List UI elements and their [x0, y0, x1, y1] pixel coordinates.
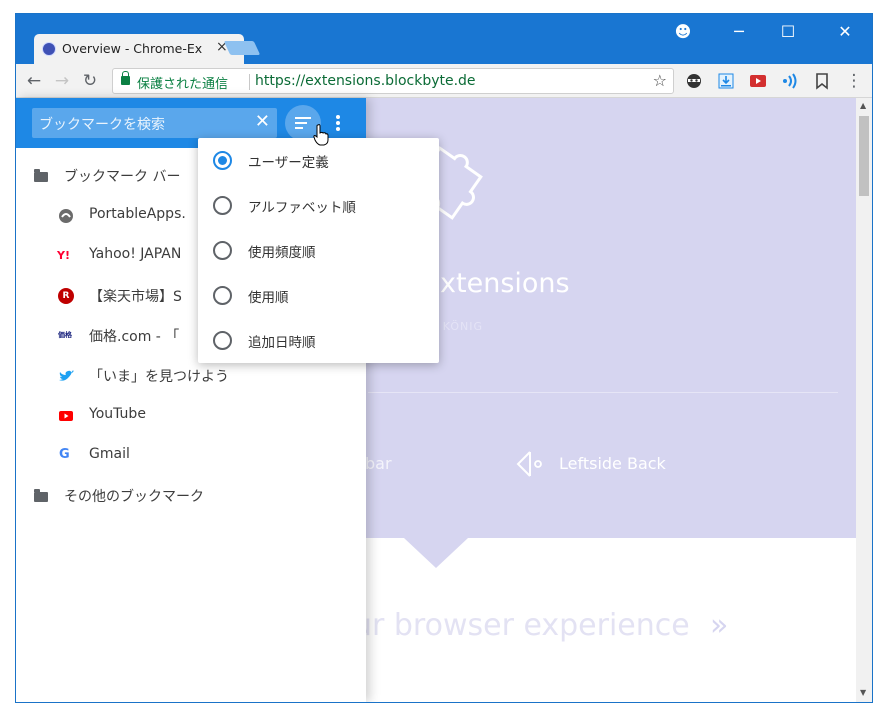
bookmark-label: Yahoo! JAPAN — [89, 246, 182, 262]
browser-window: Overview - Chrome-Ex × ☻ ─ ☐ ✕ ← → ↻ 保護さ… — [15, 13, 873, 703]
browser-tab[interactable]: Overview - Chrome-Ex × — [34, 34, 244, 64]
scroll-thumb[interactable] — [859, 116, 869, 196]
sort-option-label: ユーザー定義 — [248, 155, 329, 171]
bookmark-item[interactable]: YouTube — [16, 396, 366, 436]
portableapps-icon — [59, 209, 73, 223]
hero-pointer — [404, 538, 468, 568]
scroll-up-icon[interactable]: ▲ — [860, 101, 866, 110]
bookmark-label: 「いま」を見つけよう — [89, 369, 229, 385]
bookmark-label: 価格.com - 「 — [89, 329, 180, 345]
reload-button[interactable]: ↻ — [78, 69, 102, 93]
tagline-arrow[interactable]: » — [710, 608, 728, 643]
extension-link-partial[interactable]: bar — [365, 454, 392, 473]
leftside-back-link[interactable]: Leftside Back — [559, 454, 666, 473]
profile-icon[interactable]: ☻ — [664, 20, 702, 44]
radio-icon[interactable] — [213, 241, 232, 260]
leftside-back-icon — [516, 451, 542, 477]
download-icon[interactable] — [717, 72, 735, 90]
omnibox-separator — [249, 74, 250, 90]
bookmark-label: YouTube — [89, 406, 146, 422]
address-bar[interactable]: 保護された通信 https://extensions.blockbyte.de … — [112, 68, 674, 94]
youtube-icon — [59, 411, 73, 421]
radio-selected-icon[interactable] — [213, 151, 232, 170]
bookmark-star-icon[interactable]: ☆ — [653, 71, 667, 90]
kakaku-icon: 価格 — [58, 331, 72, 339]
youtube-ext-icon[interactable] — [749, 72, 767, 90]
incognito-icon[interactable] — [685, 72, 703, 90]
rakuten-icon: R — [58, 288, 74, 304]
bookmark-label: PortableApps. — [89, 206, 186, 222]
scroll-down-icon[interactable]: ▼ — [860, 688, 866, 697]
tab-title: Overview - Chrome-Ex — [62, 41, 203, 56]
radio-icon[interactable] — [213, 286, 232, 305]
minimize-button[interactable]: ─ — [720, 20, 758, 44]
hero-divider — [368, 392, 838, 393]
bookmark-folder-other[interactable]: その他のブックマーク — [16, 476, 366, 516]
sort-option-alphabetical[interactable]: アルファベット順 — [198, 183, 439, 228]
bookmark-label: その他のブックマーク — [64, 489, 204, 505]
hand-cursor-icon — [313, 124, 329, 146]
maximize-button[interactable]: ☐ — [769, 20, 807, 44]
search-placeholder: ブックマークを検索 — [39, 117, 165, 133]
menu-icon[interactable]: ⋮ — [842, 69, 866, 93]
bookmark-item[interactable]: G Gmail — [16, 436, 366, 476]
sort-option-frequency[interactable]: 使用頻度順 — [198, 228, 439, 273]
bookmark-icon[interactable] — [813, 72, 831, 90]
bookmark-label: 【楽天市場】S — [89, 289, 182, 305]
yahoo-icon: Y! — [57, 249, 70, 262]
search-input[interactable]: ブックマークを検索 ✕ — [32, 108, 277, 138]
search-clear-icon[interactable]: ✕ — [255, 111, 270, 132]
twitter-icon — [59, 370, 74, 381]
sort-menu: ユーザー定義 アルファベット順 使用頻度順 使用順 追加日時順 — [198, 138, 439, 363]
new-tab-button[interactable] — [223, 41, 261, 55]
sort-option-label: 使用頻度順 — [248, 245, 316, 261]
sort-option-label: 使用順 — [248, 290, 289, 306]
hero-title: Extensions — [423, 268, 570, 299]
sort-option-date-added[interactable]: 追加日時順 — [198, 318, 439, 363]
bookmark-label: Gmail — [89, 446, 130, 462]
tab-favicon-icon — [42, 42, 56, 56]
google-icon: G — [59, 447, 70, 462]
browser-toolbar: ← → ↻ 保護された通信 https://extensions.blockby… — [16, 64, 872, 98]
tagline-text: ur browser experience — [353, 608, 690, 643]
url-text[interactable]: https://extensions.blockbyte.de — [255, 73, 476, 89]
sort-option-label: 追加日時順 — [248, 335, 316, 351]
wifi-ext-icon[interactable] — [781, 72, 799, 90]
sort-option-recent-use[interactable]: 使用順 — [198, 273, 439, 318]
forward-button[interactable]: → — [50, 69, 74, 93]
folder-icon — [34, 489, 48, 502]
more-options-icon[interactable] — [330, 113, 346, 133]
radio-icon[interactable] — [213, 196, 232, 215]
close-window-button[interactable]: ✕ — [826, 20, 864, 44]
secure-label: 保護された通信 — [137, 77, 229, 92]
sort-option-label: アルファベット順 — [248, 200, 356, 216]
folder-icon — [34, 169, 48, 182]
lock-icon — [121, 71, 130, 85]
page-scrollbar[interactable]: ▲ ▼ — [856, 98, 872, 702]
bookmark-label: ブックマーク バー — [64, 169, 181, 185]
radio-icon[interactable] — [213, 331, 232, 350]
title-bar: Overview - Chrome-Ex × ☻ ─ ☐ ✕ — [16, 14, 872, 64]
back-button[interactable]: ← — [22, 69, 46, 93]
